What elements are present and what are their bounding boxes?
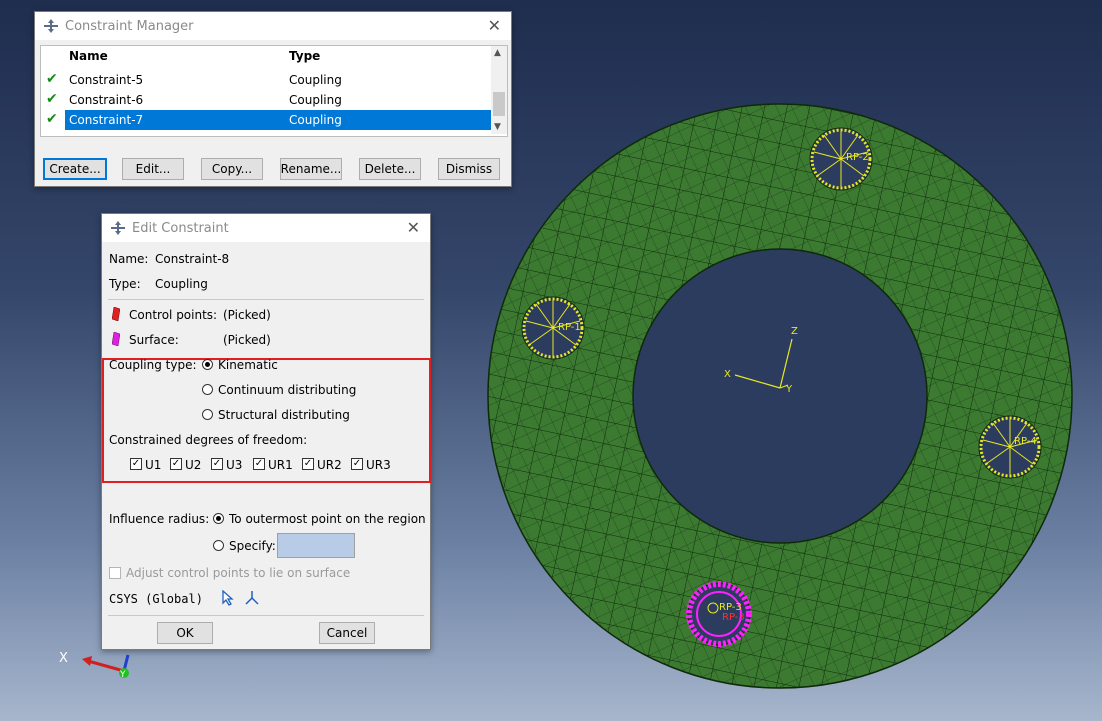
kinematic-radio[interactable] <box>202 359 213 370</box>
abaqus-app-icon <box>44 19 58 33</box>
dialog-title: Edit Constraint <box>132 220 229 236</box>
row-name: Constraint-6 <box>69 93 144 107</box>
close-icon[interactable]: ✕ <box>407 218 420 237</box>
ur2-checkbox[interactable]: ✓ <box>302 458 314 470</box>
kinematic-label[interactable]: Kinematic <box>218 358 278 372</box>
scroll-up-icon[interactable]: ▲ <box>494 48 501 58</box>
model-triad-y: Y <box>785 384 793 395</box>
constraint-manager-titlebar[interactable]: Constraint Manager ✕ <box>35 12 511 40</box>
coupling-type-label: Coupling type: <box>109 358 197 372</box>
check-icon: ✔ <box>46 111 58 127</box>
dialog-title: Constraint Manager <box>65 18 194 34</box>
edit-constraint-dialog: Edit Constraint ✕ Name: Constraint-8 Typ… <box>101 213 431 650</box>
triad-x-label: X <box>59 651 68 666</box>
influence-radius-label: Influence radius: <box>109 512 210 526</box>
specify-radio[interactable] <box>213 540 224 551</box>
name-value: Constraint-8 <box>155 252 230 266</box>
row-name: Constraint-7 <box>69 113 144 127</box>
row-name: Constraint-5 <box>69 73 144 87</box>
dismiss-button[interactable]: Dismiss <box>438 158 500 180</box>
copy-button[interactable]: Copy... <box>201 158 263 180</box>
model-triad-x: X <box>724 369 731 380</box>
dof-label: Constrained degrees of freedom: <box>109 433 308 447</box>
table-row[interactable]: ✔ Constraint-5 Coupling <box>41 70 491 90</box>
rp-label: RP-2 <box>846 152 869 163</box>
row-type: Coupling <box>289 73 342 87</box>
u2-label[interactable]: U2 <box>185 458 201 472</box>
table-row-selected[interactable]: Constraint-7 Coupling <box>65 110 491 130</box>
cancel-button[interactable]: Cancel <box>319 622 375 644</box>
edit-constraint-titlebar[interactable]: Edit Constraint ✕ <box>102 214 430 242</box>
control-points-label: Control points: <box>129 308 218 322</box>
name-label: Name: <box>109 252 149 266</box>
coupling-hole-bottom-picked: RP-3 RP-3 <box>686 581 752 647</box>
table-header: Name Type <box>41 46 491 68</box>
ur2-label[interactable]: UR2 <box>317 458 342 472</box>
scrollbar-thumb[interactable] <box>493 92 505 116</box>
adjust-control-points-checkbox[interactable] <box>109 567 121 579</box>
create-csys-icon[interactable] <box>244 590 260 606</box>
constraints-table: Name Type ✔ Constraint-5 Coupling ✔ Cons… <box>40 45 508 137</box>
coupling-hole-left: RP-1 <box>521 296 585 360</box>
ok-button[interactable]: OK <box>157 622 213 644</box>
divider <box>108 615 424 616</box>
create-button[interactable]: Create... <box>43 158 107 180</box>
structural-distributing-radio[interactable] <box>202 409 213 420</box>
column-header-name[interactable]: Name <box>69 49 108 63</box>
outermost-point-label[interactable]: To outermost point on the region <box>229 512 426 526</box>
scroll-down-icon[interactable]: ▼ <box>494 122 501 132</box>
coupling-hole-top: RP-2 <box>809 127 873 191</box>
annular-plate-mesh <box>487 103 1073 689</box>
csys-label: CSYS (Global) <box>109 592 203 606</box>
specify-label[interactable]: Specify: <box>229 539 276 553</box>
surface-label: Surface: <box>129 333 179 347</box>
triad-y-label: Y <box>119 670 126 680</box>
rp-label: RP-4 <box>1014 436 1037 447</box>
surface-icon[interactable] <box>112 332 120 346</box>
close-icon[interactable]: ✕ <box>488 16 501 35</box>
table-scrollbar[interactable]: ▲ ▼ <box>491 46 507 134</box>
u1-label[interactable]: U1 <box>145 458 161 472</box>
continuum-distributing-label[interactable]: Continuum distributing <box>218 383 356 397</box>
control-points-icon[interactable] <box>112 307 120 321</box>
row-type: Coupling <box>289 113 342 127</box>
check-icon: ✔ <box>46 71 58 87</box>
coupling-hole-right: RP-4 <box>978 415 1042 479</box>
adjust-control-points-label: Adjust control points to lie on surface <box>126 566 351 580</box>
continuum-distributing-radio[interactable] <box>202 384 213 395</box>
constraint-manager-dialog: Constraint Manager ✕ Name Type ✔ Constra… <box>34 11 512 187</box>
outermost-point-radio[interactable] <box>213 513 224 524</box>
rp-label-red: RP-3 <box>722 612 745 623</box>
model-triad-z: Z <box>791 326 798 337</box>
ur3-label[interactable]: UR3 <box>366 458 391 472</box>
u2-checkbox[interactable]: ✓ <box>170 458 182 470</box>
view-orientation-triad: X Y <box>59 651 130 680</box>
check-icon: ✔ <box>46 91 58 107</box>
table-row[interactable]: ✔ Constraint-6 Coupling <box>41 90 491 110</box>
edit-button[interactable]: Edit... <box>122 158 184 180</box>
ur3-checkbox[interactable]: ✓ <box>351 458 363 470</box>
u1-checkbox[interactable]: ✓ <box>130 458 142 470</box>
abaqus-app-icon <box>111 221 125 235</box>
column-header-type[interactable]: Type <box>289 49 320 63</box>
rename-button[interactable]: Rename... <box>280 158 342 180</box>
u3-label[interactable]: U3 <box>226 458 242 472</box>
ur1-checkbox[interactable]: ✓ <box>253 458 265 470</box>
rp-label: RP-1 <box>558 322 581 333</box>
u3-checkbox[interactable]: ✓ <box>211 458 223 470</box>
type-label: Type: <box>109 277 141 291</box>
type-value: Coupling <box>155 277 208 291</box>
divider <box>108 299 424 300</box>
surface-value: (Picked) <box>223 333 271 347</box>
ur1-label[interactable]: UR1 <box>268 458 293 472</box>
select-csys-arrow-icon[interactable] <box>221 590 235 606</box>
structural-distributing-label[interactable]: Structural distributing <box>218 408 350 422</box>
specify-radius-input[interactable] <box>277 533 355 558</box>
row-type: Coupling <box>289 93 342 107</box>
delete-button[interactable]: Delete... <box>359 158 421 180</box>
control-points-value: (Picked) <box>223 308 271 322</box>
